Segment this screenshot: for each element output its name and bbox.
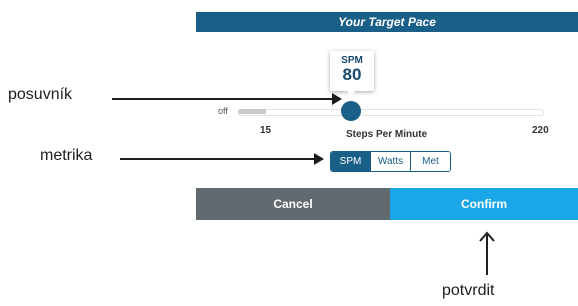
metric-selector: SPM Watts Met [330, 151, 451, 172]
confirm-button[interactable]: Confirm [390, 188, 578, 220]
callout-slider-label: posuvník [8, 86, 73, 103]
metric-tab-watts[interactable]: Watts [370, 152, 410, 171]
callout-metric-line [120, 158, 316, 160]
metric-tab-met[interactable]: Met [410, 152, 450, 171]
callout-confirm-label: potvrdit [442, 282, 495, 299]
tooltip-pointer [346, 90, 356, 96]
slider-off-segment [238, 109, 266, 114]
target-pace-dialog: Your Target Pace SPM 80 off 15 Steps Per… [196, 12, 578, 220]
callout-slider-line [112, 98, 334, 100]
slider-thumb[interactable] [341, 101, 361, 121]
slider-axis-label: Steps Per Minute [346, 129, 428, 140]
slider-value: 80 [342, 65, 362, 84]
callout-metric-arrow-icon [314, 153, 324, 165]
slider-value-tooltip: SPM 80 [330, 51, 374, 91]
slider-max-label: 220 [532, 125, 549, 136]
slider-off-label: off [218, 106, 228, 116]
slider-track[interactable] [238, 109, 544, 116]
callout-slider-arrow-icon [332, 93, 342, 105]
cancel-button[interactable]: Cancel [196, 188, 390, 220]
metric-tab-spm[interactable]: SPM [331, 152, 370, 171]
dialog-title: Your Target Pace [196, 12, 578, 32]
callout-metric-label: metrika [40, 147, 93, 164]
slider-min-label: 15 [260, 125, 272, 136]
